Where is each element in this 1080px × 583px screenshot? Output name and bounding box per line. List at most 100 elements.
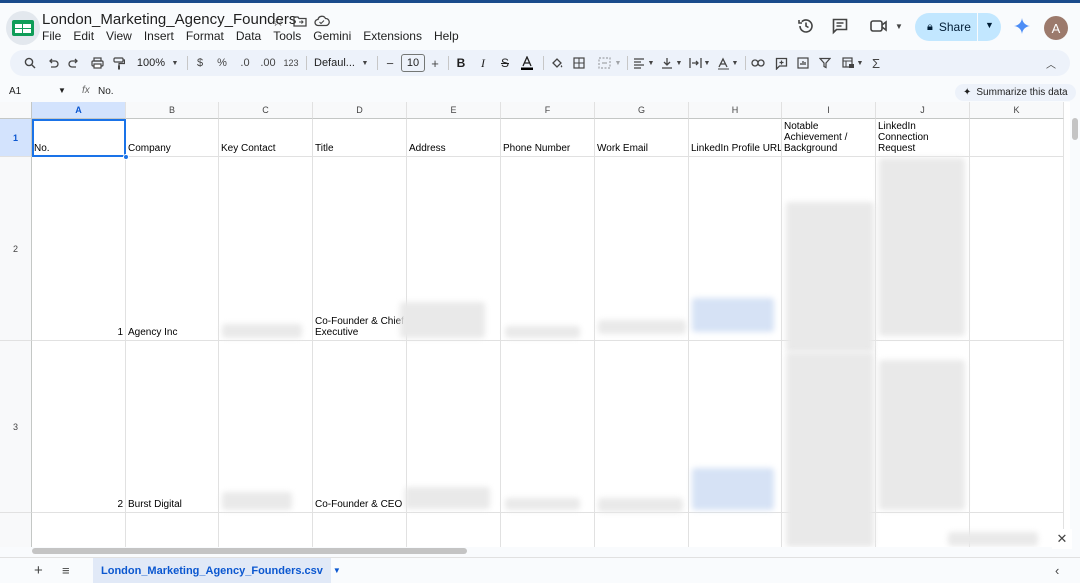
row-header-2[interactable]: 2 [0,157,32,341]
menu-format[interactable]: Format [186,29,224,43]
font-chevron-icon[interactable]: ▼ [360,50,370,76]
row-header-1[interactable]: 1 [0,119,32,157]
row-header-4[interactable] [0,513,32,547]
cell-f1[interactable]: Phone Number [501,119,595,157]
vertical-scrollbar-thumb[interactable] [1072,118,1078,140]
menu-help[interactable]: Help [434,29,459,43]
row-header-3[interactable]: 3 [0,341,32,513]
comments-icon[interactable] [829,15,851,37]
undo-icon[interactable] [45,50,61,76]
fill-color-icon[interactable] [549,50,565,76]
cell-d4[interactable] [313,513,407,547]
more-formats-button[interactable]: 123 [283,50,299,76]
column-header-d[interactable]: D [313,102,407,119]
filter-icon[interactable] [817,50,833,76]
cell-c4[interactable] [219,513,313,547]
cell-g1[interactable]: Work Email [595,119,689,157]
sheets-logo-icon[interactable] [6,11,40,45]
column-header-j[interactable]: J [876,102,970,119]
bold-icon[interactable]: B [454,50,468,76]
vertical-align-chevron-icon[interactable]: ▼ [674,50,684,76]
fill-handle[interactable] [123,154,129,160]
cell-j1[interactable]: Personalised LinkedIn Connection Request [876,119,970,157]
formula-input[interactable]: No. [98,86,114,97]
cell-c3[interactable] [219,341,313,513]
cell-c1[interactable]: Key Contact [219,119,313,157]
cell-k2[interactable] [970,157,1064,341]
column-header-f[interactable]: F [501,102,595,119]
menu-insert[interactable]: Insert [144,29,174,43]
font-size-input[interactable]: 10 [401,54,425,72]
spreadsheet-grid[interactable]: A B C D E F G H I J K 1 2 3 No. Company … [0,102,1070,547]
cell-d2[interactable]: Co-Founder & Chief Executive [313,157,407,341]
column-header-c[interactable]: C [219,102,313,119]
text-rotation-icon[interactable] [715,50,731,76]
meet-dropdown-chevron-icon[interactable]: ▼ [888,15,910,37]
cell-c2[interactable] [219,157,313,341]
merge-cells-icon[interactable] [595,50,613,76]
document-title[interactable]: London_Marketing_Agency_Founders [42,11,296,28]
star-icon[interactable]: ☆ [269,12,287,30]
folder-move-icon[interactable] [291,12,309,30]
all-sheets-menu-icon[interactable]: ≡ [62,563,70,578]
menu-gemini[interactable]: Gemini [313,29,351,43]
decrease-decimal-button[interactable]: .0 [236,50,254,76]
font-family-select[interactable]: Defaul... [314,50,356,76]
increase-font-size-icon[interactable]: + [429,50,441,76]
format-percent-button[interactable]: % [215,50,229,76]
horizontal-align-icon[interactable] [631,50,647,76]
insert-chart-icon[interactable] [795,50,811,76]
cell-d3[interactable]: Co-Founder & CEO [313,341,407,513]
redo-icon[interactable] [66,50,82,76]
text-color-icon[interactable] [519,50,535,76]
cell-f4[interactable] [501,513,595,547]
insert-comment-icon[interactable] [773,50,789,76]
zoom-select[interactable]: 100% [134,50,168,76]
cell-k3[interactable] [970,341,1064,513]
print-icon[interactable] [89,50,105,76]
text-rotation-chevron-icon[interactable]: ▼ [730,50,740,76]
text-wrapping-icon[interactable] [687,50,703,76]
cell-e1[interactable]: Address [407,119,501,157]
cloud-saved-icon[interactable] [313,12,331,30]
column-header-a[interactable]: A [32,102,126,119]
format-currency-button[interactable]: $ [193,50,207,76]
name-box[interactable]: A1 [9,86,21,97]
cell-f2[interactable] [501,157,595,341]
cell-a2[interactable]: 1 [32,157,126,341]
vertical-align-icon[interactable] [659,50,675,76]
filter-views-chevron-icon[interactable]: ▼ [855,50,865,76]
cell-g2[interactable] [595,157,689,341]
increase-decimal-button[interactable]: .00 [259,50,277,76]
cell-i1[interactable]: Notable Achievement / Background [782,119,876,157]
cell-e4[interactable] [407,513,501,547]
menu-data[interactable]: Data [236,29,261,43]
column-header-h[interactable]: H [689,102,782,119]
cell-h4[interactable] [689,513,782,547]
close-icon[interactable]: ✕ [1052,529,1072,549]
collapse-toolbar-chevron-icon[interactable]: ︿ [1044,50,1058,76]
share-dropdown-chevron-icon[interactable]: ▼ [985,20,994,30]
search-menus-icon[interactable] [22,50,38,76]
menu-tools[interactable]: Tools [273,29,301,43]
borders-icon[interactable] [571,50,587,76]
cell-b2[interactable]: Agency Inc [126,157,219,341]
cell-a3[interactable]: 2 [32,341,126,513]
cell-h1[interactable]: LinkedIn Profile URL [689,119,782,157]
avatar[interactable]: A [1044,16,1068,40]
cell-b4[interactable] [126,513,219,547]
column-header-i[interactable]: I [782,102,876,119]
column-header-g[interactable]: G [595,102,689,119]
cell-g4[interactable] [595,513,689,547]
add-sheet-icon[interactable]: + [34,562,43,579]
italic-icon[interactable]: I [476,50,490,76]
merge-chevron-icon[interactable]: ▼ [613,50,623,76]
insert-link-icon[interactable] [750,50,766,76]
gemini-sparkle-icon[interactable] [1011,15,1033,37]
zoom-chevron-icon[interactable]: ▼ [170,50,180,76]
name-box-chevron-icon[interactable]: ▼ [58,86,66,95]
text-wrapping-chevron-icon[interactable]: ▼ [702,50,712,76]
paint-format-icon[interactable] [111,50,127,76]
strikethrough-icon[interactable]: S [498,50,512,76]
column-header-e[interactable]: E [407,102,501,119]
